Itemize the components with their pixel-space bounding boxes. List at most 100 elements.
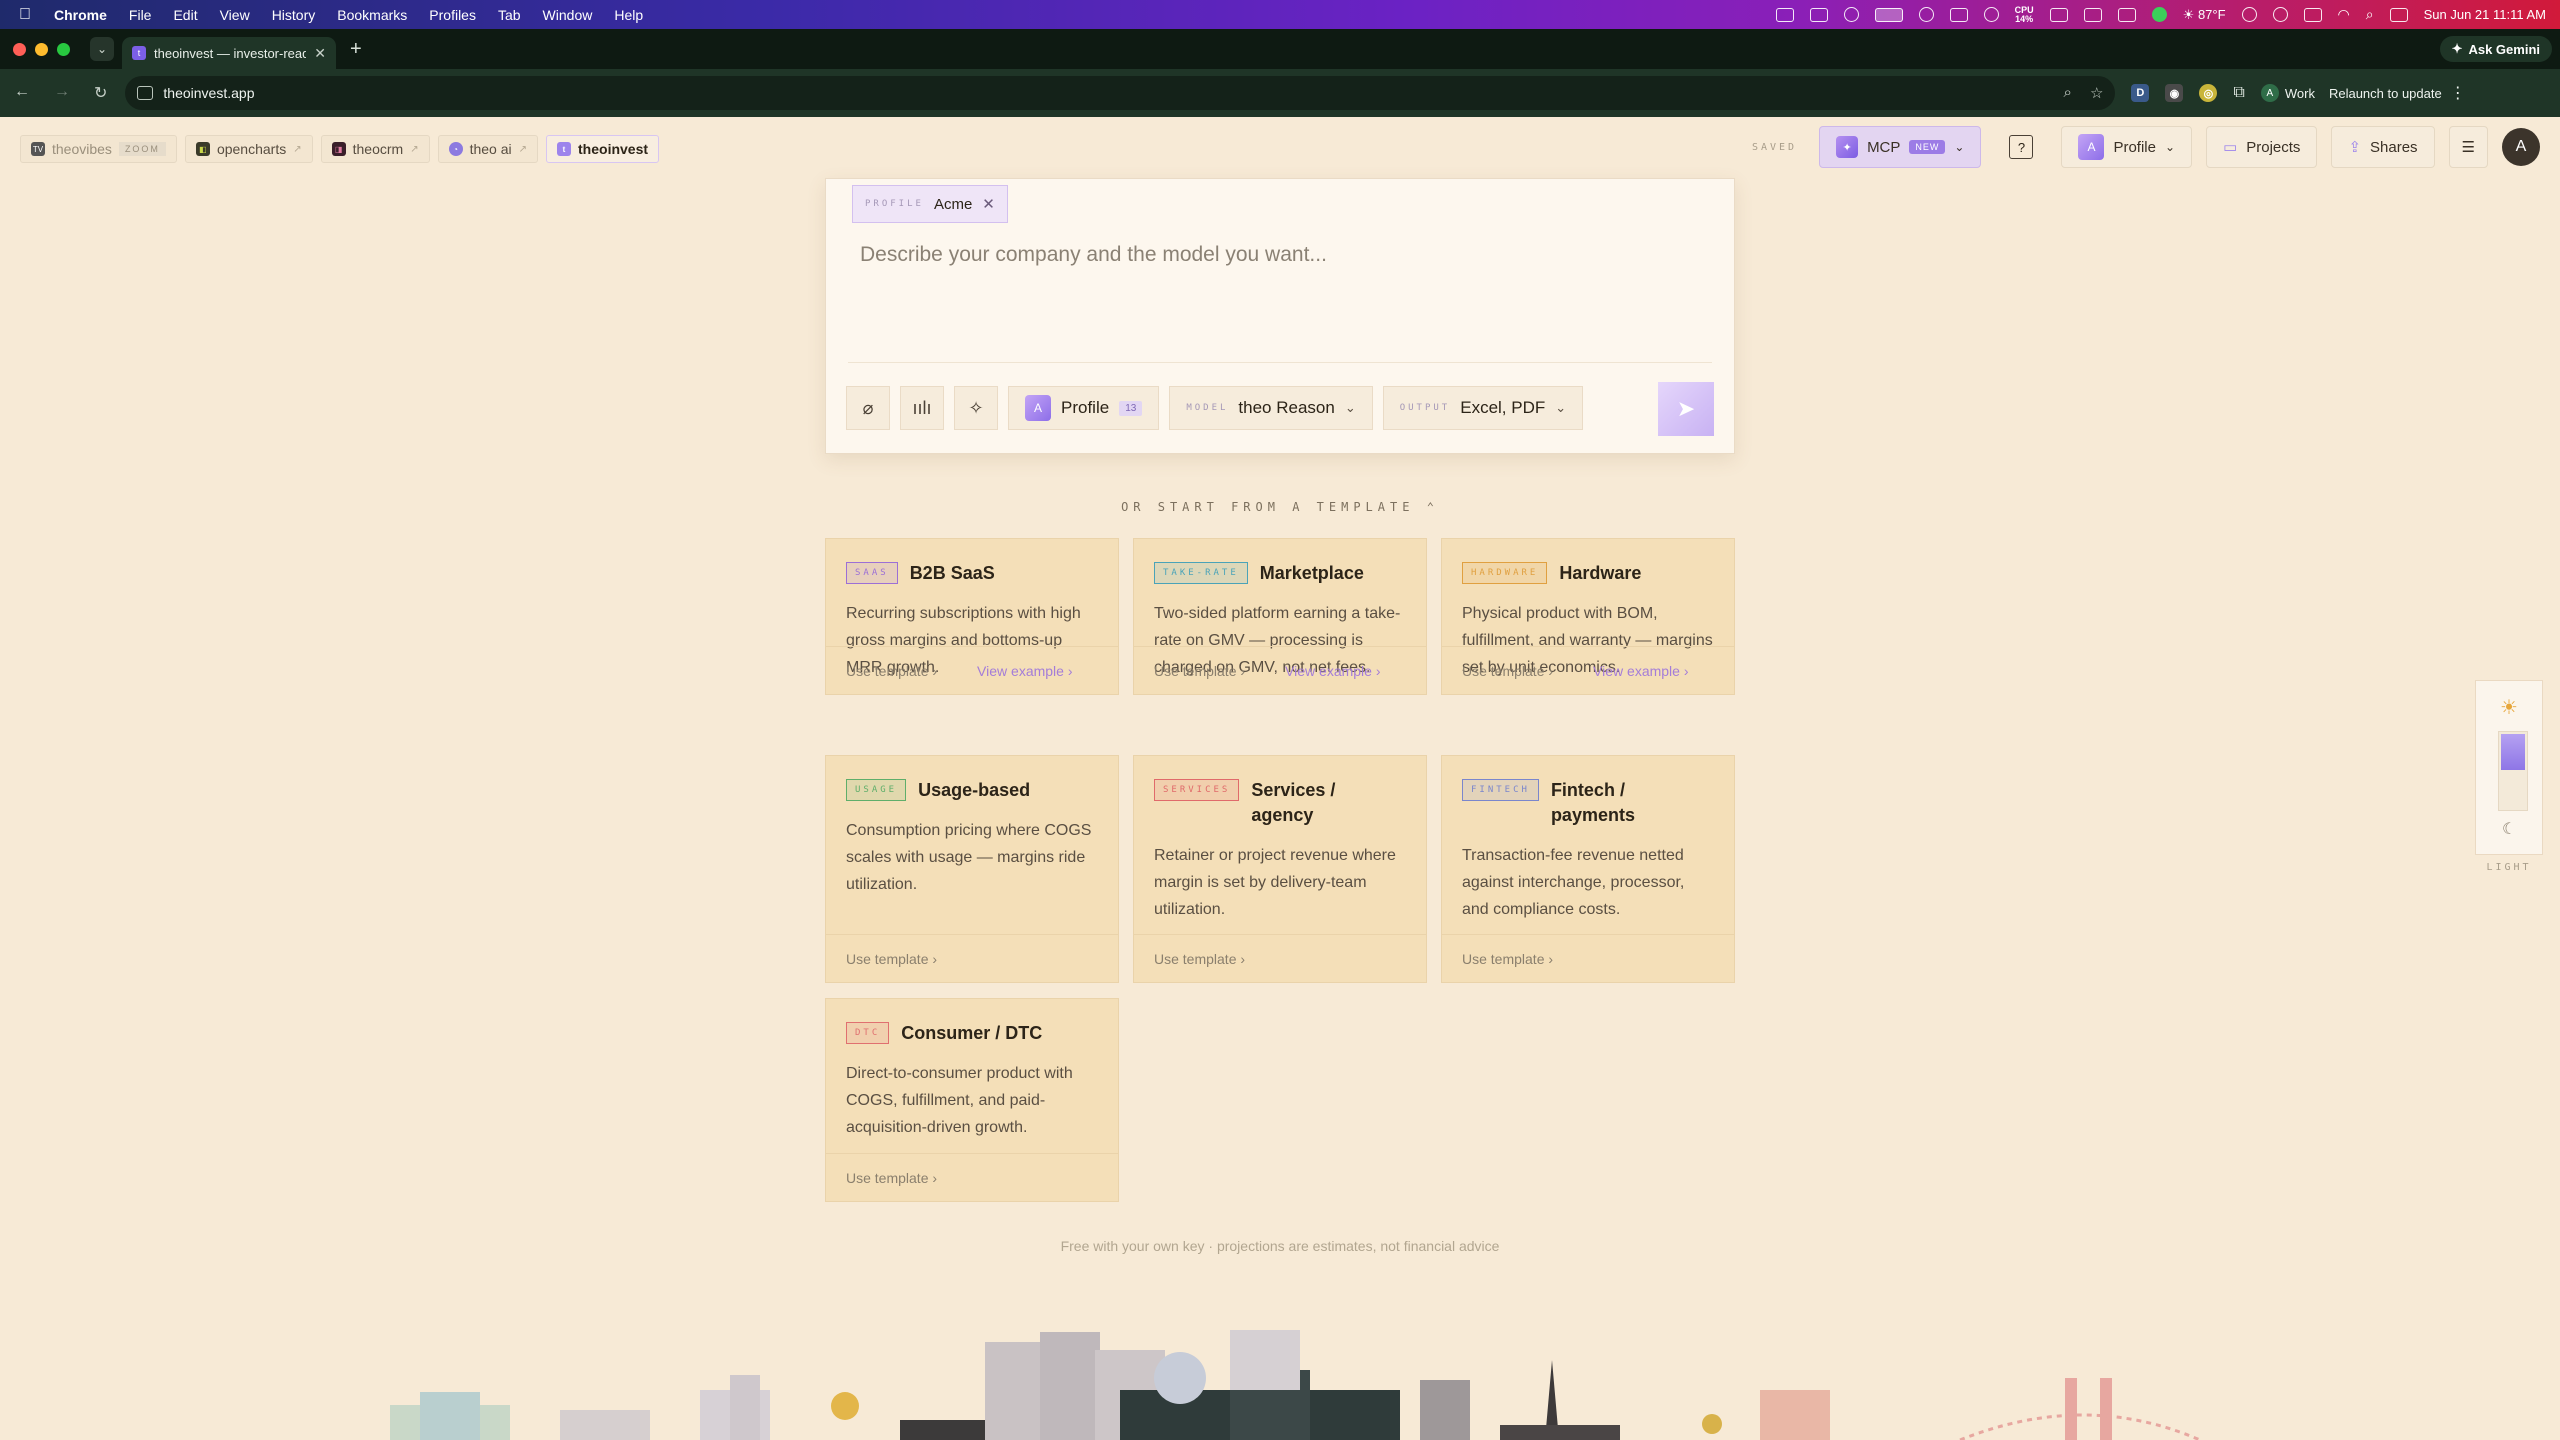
profile-chip[interactable]: PROFILE Acme ✕ <box>852 185 1008 223</box>
profile-selector[interactable]: A Profile 13 <box>1008 386 1160 430</box>
cpu-meter[interactable]: CPU 14% <box>2015 5 2034 24</box>
use-template-link[interactable]: Use template › <box>846 663 937 679</box>
view-example-link[interactable]: View example › <box>1285 663 1380 679</box>
clock[interactable]: Sun Jun 21 11:11 AM <box>2424 7 2546 22</box>
mcp-button[interactable]: ✦ MCP NEW ⌄ <box>1819 126 1982 168</box>
help-button[interactable]: ? <box>2009 135 2034 159</box>
dashboard-icon[interactable] <box>1809 7 1828 22</box>
extensions-puzzle-icon[interactable]: ⧉ <box>2233 84 2244 102</box>
settings-sliders-button[interactable]: ☰ <box>2448 126 2488 168</box>
user-icon[interactable] <box>2241 7 2257 22</box>
spotlight-icon[interactable]: ⌕ <box>2366 6 2374 23</box>
menu-view[interactable]: View <box>220 7 250 23</box>
reload-icon[interactable]: ↻ <box>94 83 107 103</box>
theme-slider-track[interactable] <box>2498 731 2528 811</box>
projects-button[interactable]: ▭ Projects <box>2206 126 2318 168</box>
stats-icon[interactable] <box>1775 7 1794 22</box>
forward-arrow-icon[interactable]: → <box>54 83 70 103</box>
view-example-link[interactable]: View example › <box>977 663 1072 679</box>
site-info-icon[interactable] <box>137 86 154 100</box>
extension-d-icon[interactable]: D <box>2131 84 2150 102</box>
use-template-link[interactable]: Use template › <box>1462 663 1553 679</box>
menu-profiles[interactable]: Profiles <box>429 7 476 23</box>
window-icon[interactable] <box>2117 7 2136 22</box>
new-tab-icon[interactable]: + <box>350 38 362 61</box>
user-avatar[interactable]: A <box>2502 128 2540 166</box>
template-card-marketplace[interactable]: TAKE-RATE Marketplace Two-sided platform … <box>1133 538 1427 695</box>
close-tab-icon[interactable]: ✕ <box>314 45 326 62</box>
magic-sparkle-icon[interactable]: ✧ <box>954 386 998 430</box>
tab-search-chevron-icon[interactable]: ⌄ <box>90 37 114 61</box>
template-card-fintech-payments[interactable]: FINTECH Fintech / payments Transaction-fe… <box>1441 755 1735 983</box>
voice-waveform-icon[interactable]: ıılı <box>900 386 944 430</box>
menu-help[interactable]: Help <box>614 7 643 23</box>
screen-share-icon[interactable] <box>1874 7 1903 22</box>
support-icon[interactable] <box>1983 7 1999 22</box>
more-menu-icon[interactable]: ⋮ <box>2450 83 2466 103</box>
cpu-value: 14% <box>2015 13 2034 24</box>
back-arrow-icon[interactable]: ← <box>14 83 30 103</box>
template-card-services-agency[interactable]: SERVICES Services / agency Retainer or pr… <box>1133 755 1427 983</box>
remove-profile-icon[interactable]: ✕ <box>982 195 995 213</box>
bluetooth-icon[interactable] <box>1918 7 1934 22</box>
compass-icon[interactable] <box>1843 7 1859 22</box>
ask-gemini-button[interactable]: ✦ Ask Gemini <box>2439 36 2552 62</box>
minimize-window-button[interactable] <box>35 42 48 56</box>
theme-toggle[interactable]: ☀ ☾ <box>2475 680 2543 855</box>
zoom-magnifier-icon[interactable]: ⌕ <box>2064 84 2072 102</box>
menu-tab[interactable]: Tab <box>498 7 521 23</box>
template-card-consumer-dtc[interactable]: DTC Consumer / DTC Direct-to-consumer pro… <box>825 998 1119 1202</box>
product-tab-theocrm[interactable]: ◨ theocrm ↗ <box>320 135 430 163</box>
product-tab-theovibes[interactable]: TV theovibes ZOOM <box>20 135 177 163</box>
bookmark-star-icon[interactable]: ☆ <box>2090 84 2103 102</box>
airdrop-icon[interactable] <box>2272 7 2288 22</box>
send-button[interactable]: ➤ <box>1658 382 1714 436</box>
browser-tab-active[interactable]: t theoinvest — investor-ready ✕ <box>122 37 336 69</box>
note-icon[interactable] <box>2303 7 2322 22</box>
wifi-icon[interactable]: ◠ <box>2338 6 2350 23</box>
control-center-icon[interactable] <box>2389 7 2408 22</box>
menu-bookmarks[interactable]: Bookmarks <box>337 7 407 23</box>
use-template-link[interactable]: Use template › <box>846 951 937 967</box>
moon-icon[interactable]: ☾ <box>2502 819 2516 839</box>
use-template-link[interactable]: Use template › <box>846 1170 937 1186</box>
extension-eye-icon[interactable]: ◉ <box>2165 84 2184 102</box>
close-window-button[interactable] <box>13 42 26 56</box>
shares-button[interactable]: ⇪ Shares <box>2331 126 2435 168</box>
extension-coin-icon[interactable]: ◎ <box>2199 84 2218 102</box>
menu-window[interactable]: Window <box>543 7 593 23</box>
model-selector[interactable]: MODEL theo Reason ⌄ <box>1169 386 1373 430</box>
display-icon[interactable] <box>2049 7 2068 22</box>
menu-edit[interactable]: Edit <box>173 7 197 23</box>
view-example-link[interactable]: View example › <box>1593 663 1688 679</box>
url-text[interactable]: theoinvest.app <box>163 85 254 101</box>
menu-file[interactable]: File <box>129 7 152 23</box>
omnibox[interactable]: theoinvest.app ⌕ ☆ <box>125 76 2116 110</box>
template-card-b2b-saas[interactable]: SAAS B2B SaaS Recurring subscriptions wit… <box>825 538 1119 695</box>
use-template-link[interactable]: Use template › <box>1462 951 1553 967</box>
apple-icon[interactable]:  <box>18 6 32 23</box>
browser-profile-chip[interactable]: A Work <box>2260 84 2315 102</box>
relaunch-button[interactable]: Relaunch to update <box>2329 86 2442 101</box>
menu-history[interactable]: History <box>272 7 316 23</box>
zoom-window-button[interactable] <box>57 42 70 56</box>
template-card-usage-based[interactable]: USAGE Usage-based Consumption pricing whe… <box>825 755 1119 983</box>
profile-menu-button[interactable]: A Profile ⌄ <box>2061 126 2193 168</box>
template-card-hardware[interactable]: HARDWARE Hardware Physical product with B… <box>1441 538 1735 695</box>
sun-icon[interactable]: ☀ <box>2500 695 2518 720</box>
product-tab-theo-ai[interactable]: ◔ theo ai ↗ <box>437 135 539 163</box>
product-tab-opencharts[interactable]: ◧ opencharts ↗ <box>184 135 313 163</box>
attach-paperclip-icon[interactable]: ⌀ <box>846 386 890 430</box>
folder-icon[interactable] <box>1949 7 1968 22</box>
use-template-link[interactable]: Use template › <box>1154 663 1245 679</box>
theme-slider-thumb[interactable] <box>2501 734 2525 770</box>
template-heading[interactable]: OR START FROM A TEMPLATE ⌃ <box>0 500 2560 514</box>
menu-app[interactable]: Chrome <box>54 7 107 23</box>
prompt-input[interactable]: Describe your company and the model you … <box>860 243 1327 267</box>
output-selector[interactable]: OUTPUT Excel, PDF ⌄ <box>1382 386 1584 430</box>
weather-readout[interactable]: ☀ 87°F <box>2183 7 2226 23</box>
product-tab-theoinvest[interactable]: t theoinvest <box>546 135 660 163</box>
tag-icon[interactable] <box>2083 7 2102 22</box>
use-template-link[interactable]: Use template › <box>1154 951 1245 967</box>
status-dot-icon[interactable] <box>2151 7 2167 22</box>
